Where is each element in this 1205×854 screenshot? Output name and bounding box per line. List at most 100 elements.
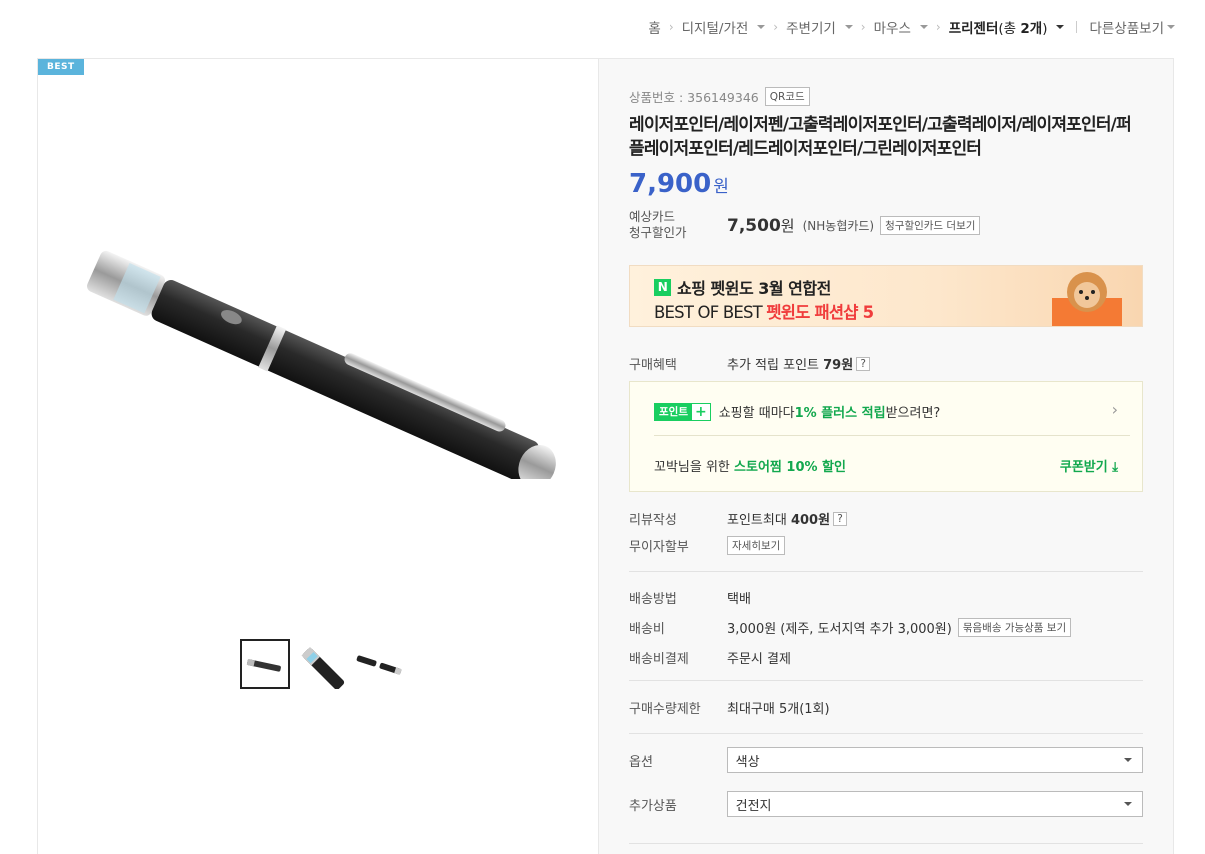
caret-down-icon [844, 25, 853, 29]
shipping-pay-row: 배송비결제 주문시 결제 [629, 648, 1143, 667]
card-discount: 예상카드 청구할인가 7,500원 (NH농협카드) 청구할인카드 더보기 [629, 209, 1143, 241]
shipping-fee-label: 배송비 [629, 622, 665, 637]
banner-line1: N 쇼핑 펫윈도 3월 연합전 [654, 275, 831, 299]
option-row: 옵션 색상 [629, 747, 1143, 773]
shipping-pay-value: 주문시 결제 [727, 652, 791, 667]
banner-line1-text: 쇼핑 펫윈도 3월 연합전 [677, 279, 831, 298]
chevron-right-icon: › [1111, 400, 1118, 419]
product-number-text: 상품번호 : 356149346 [629, 90, 759, 105]
count-prefix: (총 [998, 21, 1021, 37]
breadcrumb-digital[interactable]: 디지털/가전 [682, 17, 766, 37]
card-discount-label: 예상카드 청구할인가 [629, 209, 727, 241]
review-label: 리뷰작성 [629, 513, 677, 528]
shipping-method-value: 택배 [727, 592, 751, 607]
purchase-limit-label: 구매수량제한 [629, 702, 701, 717]
banner-line2: BEST OF BEST 펫윈도 패션샵 5 [654, 299, 874, 323]
store-coupon-row: 꼬박님을 위한 스토어찜 10% 할인 쿠폰받기 ⤓ [654, 456, 1118, 475]
benefit-value-b: 79원 [823, 358, 854, 373]
product-title: 레이저포인터/레이저펜/고출력레이저포인터/고출력레이저/레이져포인터/퍼플레이… [629, 115, 1132, 159]
option-label: 옵션 [629, 754, 653, 770]
option-select-value: 색상 [735, 754, 760, 770]
caret-down-icon [1124, 758, 1132, 762]
addon-row: 추가상품 건전지 [629, 791, 1143, 817]
caret-down-icon [919, 25, 928, 29]
product-gallery: BEST [37, 58, 598, 854]
breadcrumb-peripherals[interactable]: 주변기기 [786, 17, 853, 37]
thumbnail-3[interactable] [356, 639, 406, 689]
chevron-right-icon: › [860, 20, 866, 34]
count-value: 2개 [1020, 21, 1043, 37]
purchase-limit-row: 구매수량제한 최대구매 5개(1회) [629, 698, 1143, 717]
point-line1-c: 받으려면? [885, 406, 941, 421]
thumbnail-image [356, 655, 402, 675]
promo-banner[interactable]: N 쇼핑 펫윈도 3월 연합전 BEST OF BEST 펫윈도 패션샵 5 [629, 265, 1143, 327]
best-badge: BEST [38, 59, 84, 75]
point-badge: 포인트 + [654, 402, 711, 421]
breadcrumb-peripherals-label: 주변기기 [786, 21, 836, 37]
addon-select-value: 건전지 [735, 798, 772, 814]
card-price-unit: 원 [780, 216, 795, 235]
thumbnail-list [240, 639, 406, 690]
addon-label: 추가상품 [629, 798, 677, 814]
product-number: 상품번호 : 356149346 QR코드 [629, 87, 1143, 106]
thumbnail-2[interactable] [298, 639, 348, 690]
caret-down-icon [1124, 802, 1132, 806]
shipping-fee-value: 3,000원 (제주, 도서지역 추가 3,000원) [727, 622, 952, 637]
divider [629, 571, 1143, 572]
card-label-line2: 청구할인가 [629, 225, 687, 240]
divider [1076, 21, 1078, 33]
coupon-download-button[interactable]: 쿠폰받기 ⤓ [1060, 456, 1118, 475]
naver-logo-icon: N [654, 278, 671, 296]
card-price: 7,500원 [727, 215, 795, 236]
coupon-line-b: 스토어찜 10% 할인 [734, 460, 846, 475]
coupon-line-a: 꼬박님을 위한 [654, 460, 735, 475]
thumbnail-1[interactable] [240, 639, 290, 689]
installment-detail-button[interactable]: 자세히보기 [727, 536, 786, 555]
banner-line2-a: BEST OF BEST [654, 303, 767, 322]
chevron-right-icon: › [935, 20, 941, 34]
bundle-shipping-button[interactable]: 묶음배송 가능상품 보기 [957, 618, 1072, 637]
divider [629, 733, 1143, 734]
benefit-value-a: 추가 적립 포인트 [727, 358, 824, 373]
help-icon[interactable]: ? [856, 356, 871, 371]
benefit-label: 구매혜택 [629, 358, 677, 373]
installment-label: 무이자할부 [629, 540, 689, 555]
caret-down-icon [1056, 25, 1065, 29]
plus-icon: + [691, 403, 710, 420]
product-price: 7,900 원 [629, 169, 1143, 199]
chevron-right-icon: › [773, 20, 779, 34]
point-benefit-box: 포인트 + 쇼핑할 때마다 1% 플러스 적립 받으려면? › 꼬박님을 위한 스… [629, 381, 1143, 492]
purchase-limit-value: 최대구매 5개(1회) [727, 702, 830, 717]
caret-down-icon [1167, 25, 1175, 29]
chevron-right-icon: › [668, 20, 674, 34]
other-products-link[interactable]: 다른상품보기 [1089, 17, 1175, 37]
card-label-line1: 예상카드 [629, 209, 676, 224]
help-icon[interactable]: ? [833, 511, 848, 526]
addon-select[interactable]: 건전지 [726, 791, 1143, 817]
benefit-value: 추가 적립 포인트 79원 [727, 354, 853, 373]
divider [654, 435, 1130, 436]
divider [629, 843, 1143, 844]
shipping-method-label: 배송방법 [629, 592, 677, 607]
point-line1-b: 1% 플러스 적립 [794, 406, 886, 421]
installment-row: 무이자할부 자세히보기 [629, 536, 1143, 555]
breadcrumb-home[interactable]: 홈 [648, 17, 660, 37]
thumbnail-image [301, 647, 345, 690]
point-plus-link[interactable]: 포인트 + 쇼핑할 때마다 1% 플러스 적립 받으려면? › [654, 400, 1118, 421]
review-row: 리뷰작성 포인트최대 400원 ? [629, 509, 1143, 528]
qr-code-button[interactable]: QR코드 [764, 87, 810, 106]
breadcrumb-mouse[interactable]: 마우스 [874, 17, 928, 37]
laser-pointer-image[interactable] [68, 219, 588, 479]
review-value-a: 포인트최대 [727, 513, 791, 528]
option-select[interactable]: 색상 [726, 747, 1143, 773]
breadcrumb-current[interactable]: 프리젠터 (총 2개) [949, 17, 1065, 37]
point-line1-a: 쇼핑할 때마다 [718, 406, 795, 421]
point-badge-text: 포인트 [655, 403, 692, 420]
review-value: 포인트최대 400원 [727, 509, 830, 528]
card-more-button[interactable]: 청구할인카드 더보기 [880, 215, 981, 235]
shipping-pay-label: 배송비결제 [629, 652, 689, 667]
divider [629, 680, 1143, 681]
breadcrumb-mouse-label: 마우스 [873, 21, 911, 37]
banner-line2-b: 펫윈도 패션샵 5 [766, 303, 874, 322]
product-info: 상품번호 : 356149346 QR코드 레이저포인터/레이저펜/고출력레이저… [598, 58, 1174, 854]
